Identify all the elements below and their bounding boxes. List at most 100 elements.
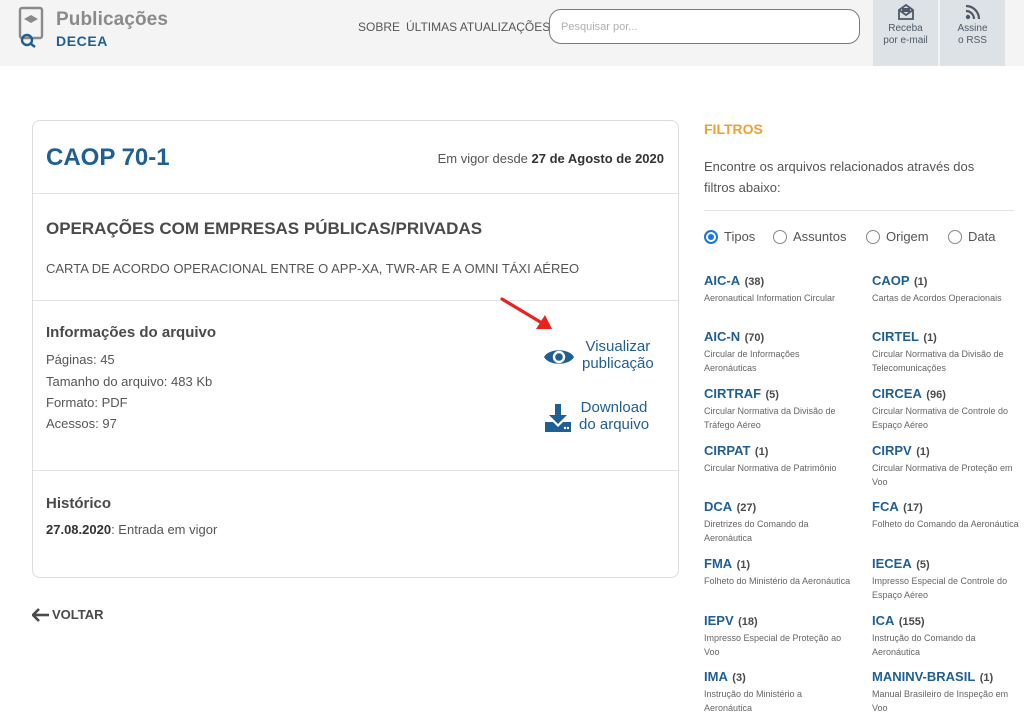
search-input[interactable] bbox=[549, 9, 860, 44]
download-file-link[interactable]: Download do arquivo bbox=[543, 399, 673, 437]
type-count: (1) bbox=[979, 672, 994, 684]
type-count: (38) bbox=[744, 276, 765, 288]
type-count: (70) bbox=[744, 332, 765, 344]
site-logo[interactable]: Publicações DECEA bbox=[18, 6, 168, 50]
type-description: Instrução do Ministério a Aeronáutica bbox=[704, 689, 803, 713]
nav-link-sobre[interactable]: SOBRE bbox=[358, 20, 400, 34]
type-description: Circular Normativa da Divisão de Telecom… bbox=[872, 349, 1004, 373]
radio-data[interactable]: Data bbox=[948, 229, 995, 244]
document-card: CAOP 70-1 Em vigor desde 27 de Agosto de… bbox=[32, 120, 679, 578]
document-code: CAOP 70-1 bbox=[46, 144, 170, 171]
type-description: Folheto do Ministério da Aeronáutica bbox=[704, 576, 851, 586]
back-label: VOLTAR bbox=[52, 607, 104, 622]
type-filter-item[interactable]: IECEA (5) Impresso Especial de Controle d… bbox=[872, 555, 1020, 602]
document-description: CARTA DE ACORDO OPERACIONAL ENTRE O APP-… bbox=[46, 261, 580, 276]
view-publication-link[interactable]: Visualizar publicação bbox=[543, 338, 673, 376]
type-code: DCA bbox=[704, 499, 733, 514]
type-code: FMA bbox=[704, 556, 733, 571]
type-filter-item[interactable]: AIC-A (38) Aeronautical Information Circu… bbox=[704, 272, 852, 305]
top-header: Publicações DECEA SOBRE ÚLTIMAS ATUALIZA… bbox=[0, 0, 1024, 66]
type-description: Circular de Informações Aeronáuticas bbox=[704, 349, 800, 373]
type-description: Diretrizes do Comando da Aeronáutica bbox=[704, 519, 809, 543]
radio-origem[interactable]: Origem bbox=[866, 229, 929, 244]
type-count: (1) bbox=[916, 446, 930, 458]
document-status: Em vigor desde 27 de Agosto de 2020 bbox=[438, 151, 664, 166]
type-description: Impresso Especial de Controle do Espaço … bbox=[872, 576, 1008, 600]
type-filter-item[interactable]: IEPV (18) Impresso Especial de Proteção a… bbox=[704, 612, 852, 659]
type-description: Circular Normativa de Proteção em Voo bbox=[872, 463, 1013, 487]
type-code: FCA bbox=[872, 499, 899, 514]
radio-assuntos[interactable]: Assuntos bbox=[773, 229, 846, 244]
radio-tipos[interactable]: Tipos bbox=[704, 229, 755, 244]
type-filter-item[interactable]: DCA (27) Diretrizes do Comando da Aeronáu… bbox=[704, 498, 852, 545]
radio-circle bbox=[866, 230, 880, 244]
type-description: Aeronautical Information Circular bbox=[704, 293, 836, 303]
view-label-line1: Visualizar bbox=[585, 338, 651, 355]
type-count: (1) bbox=[923, 332, 937, 344]
radio-label: Data bbox=[968, 229, 996, 244]
type-code: IMA bbox=[704, 669, 728, 684]
type-description: Manual Brasileiro de Inspeção em Voo bbox=[872, 689, 1009, 713]
radio-circle bbox=[948, 230, 962, 244]
rss-subscribe-label: Assine o RSS bbox=[957, 23, 988, 46]
type-count: (5) bbox=[916, 559, 930, 571]
back-link[interactable]: VOLTAR bbox=[31, 607, 104, 622]
type-filter-item[interactable]: FCA (17) Folheto do Comando da Aeronáutic… bbox=[872, 498, 1020, 531]
type-filter-item[interactable]: CIRTRAF (5) Circular Normativa da Divisão… bbox=[704, 385, 852, 432]
history-text: : Entrada em vigor bbox=[111, 522, 218, 537]
divider bbox=[33, 470, 678, 471]
nav-link-ultimas-atualizacoes[interactable]: ÚLTIMAS ATUALIZAÇÕES bbox=[406, 20, 550, 34]
type-count: (27) bbox=[736, 502, 757, 514]
arrow-left-icon bbox=[31, 608, 49, 622]
type-filter-item[interactable]: CIRCEA (96) Circular Normativa de Control… bbox=[872, 385, 1020, 432]
type-description: Cartas de Acordos Operacionais bbox=[872, 293, 1002, 303]
type-filter-item[interactable]: CIRPAT (1) Circular Normativa de Patrimôn… bbox=[704, 442, 852, 475]
type-description: Folheto do Comando da Aeronáutica bbox=[872, 519, 1019, 529]
type-filter-item[interactable]: CIRPV (1) Circular Normativa de Proteção … bbox=[872, 442, 1020, 489]
type-count: (18) bbox=[738, 616, 758, 628]
type-code: AIC-A bbox=[704, 273, 741, 288]
divider bbox=[704, 210, 1014, 211]
view-publication-label: Visualizar publicação bbox=[582, 338, 654, 372]
type-filter-item[interactable]: MANINV-BRASIL (1) Manual Brasileiro de In… bbox=[872, 668, 1020, 715]
type-count: (1) bbox=[754, 446, 769, 458]
radio-circle bbox=[704, 230, 718, 244]
type-description: Instrução do Comando da Aeronáutica bbox=[872, 633, 976, 657]
type-description: Impresso Especial de Proteção ao Voo bbox=[704, 633, 842, 657]
download-label-line1: Download bbox=[580, 399, 648, 416]
radio-label: Origem bbox=[886, 229, 929, 244]
type-filter-item[interactable]: CAOP (1) Cartas de Acordos Operacionais bbox=[872, 272, 1020, 305]
logo-title: Publicações bbox=[56, 9, 168, 30]
history-heading: Histórico bbox=[46, 495, 112, 512]
type-count: (1) bbox=[736, 559, 751, 571]
type-filter-item[interactable]: CIRTEL (1) Circular Normativa da Divisão … bbox=[872, 328, 1020, 375]
type-filter-item[interactable]: AIC-N (70) Circular de Informações Aeroná… bbox=[704, 328, 852, 375]
type-code: CIRCEA bbox=[872, 386, 922, 401]
document-title: OPERAÇÕES COM EMPRESAS PÚBLICAS/PRIVADAS bbox=[46, 219, 483, 238]
divider bbox=[33, 300, 678, 301]
type-filter-item[interactable]: FMA (1) Folheto do Ministério da Aeronáut… bbox=[704, 555, 852, 588]
logo-subtitle: DECEA bbox=[56, 33, 109, 49]
eye-icon bbox=[544, 350, 574, 364]
email-subscribe-label: Receba por e-mail bbox=[883, 23, 928, 46]
file-info-heading: Informações do arquivo bbox=[46, 324, 217, 341]
type-count: (3) bbox=[732, 672, 746, 684]
radio-label: Tipos bbox=[724, 229, 756, 244]
file-size: Tamanho do arquivo: 483 Kb bbox=[46, 374, 213, 389]
radio-circle bbox=[773, 230, 787, 244]
type-filter-item[interactable]: IMA (3) Instrução do Ministério a Aeronáu… bbox=[704, 668, 852, 715]
type-code: CIRTEL bbox=[872, 329, 919, 344]
type-description: Circular Normativa de Controle do Espaço… bbox=[872, 406, 1009, 430]
type-description: Circular Normativa da Divisão de Tráfego… bbox=[704, 406, 836, 430]
filters-description: Encontre os arquivos relacionados atravé… bbox=[704, 159, 975, 195]
type-code: CAOP bbox=[872, 273, 910, 288]
type-count: (1) bbox=[914, 276, 928, 288]
download-file-label: Download do arquivo bbox=[579, 399, 649, 433]
status-date: 27 de Agosto de 2020 bbox=[531, 151, 664, 166]
email-subscribe-button[interactable]: Receba por e-mail bbox=[873, 0, 938, 66]
type-code: IEPV bbox=[704, 613, 734, 628]
type-filter-item[interactable]: ICA (155) Instrução do Comando da Aeronáu… bbox=[872, 612, 1020, 659]
download-label-line2: do arquivo bbox=[579, 416, 650, 433]
rss-subscribe-button[interactable]: Assine o RSS bbox=[940, 0, 1005, 66]
type-code: IECEA bbox=[872, 556, 912, 571]
